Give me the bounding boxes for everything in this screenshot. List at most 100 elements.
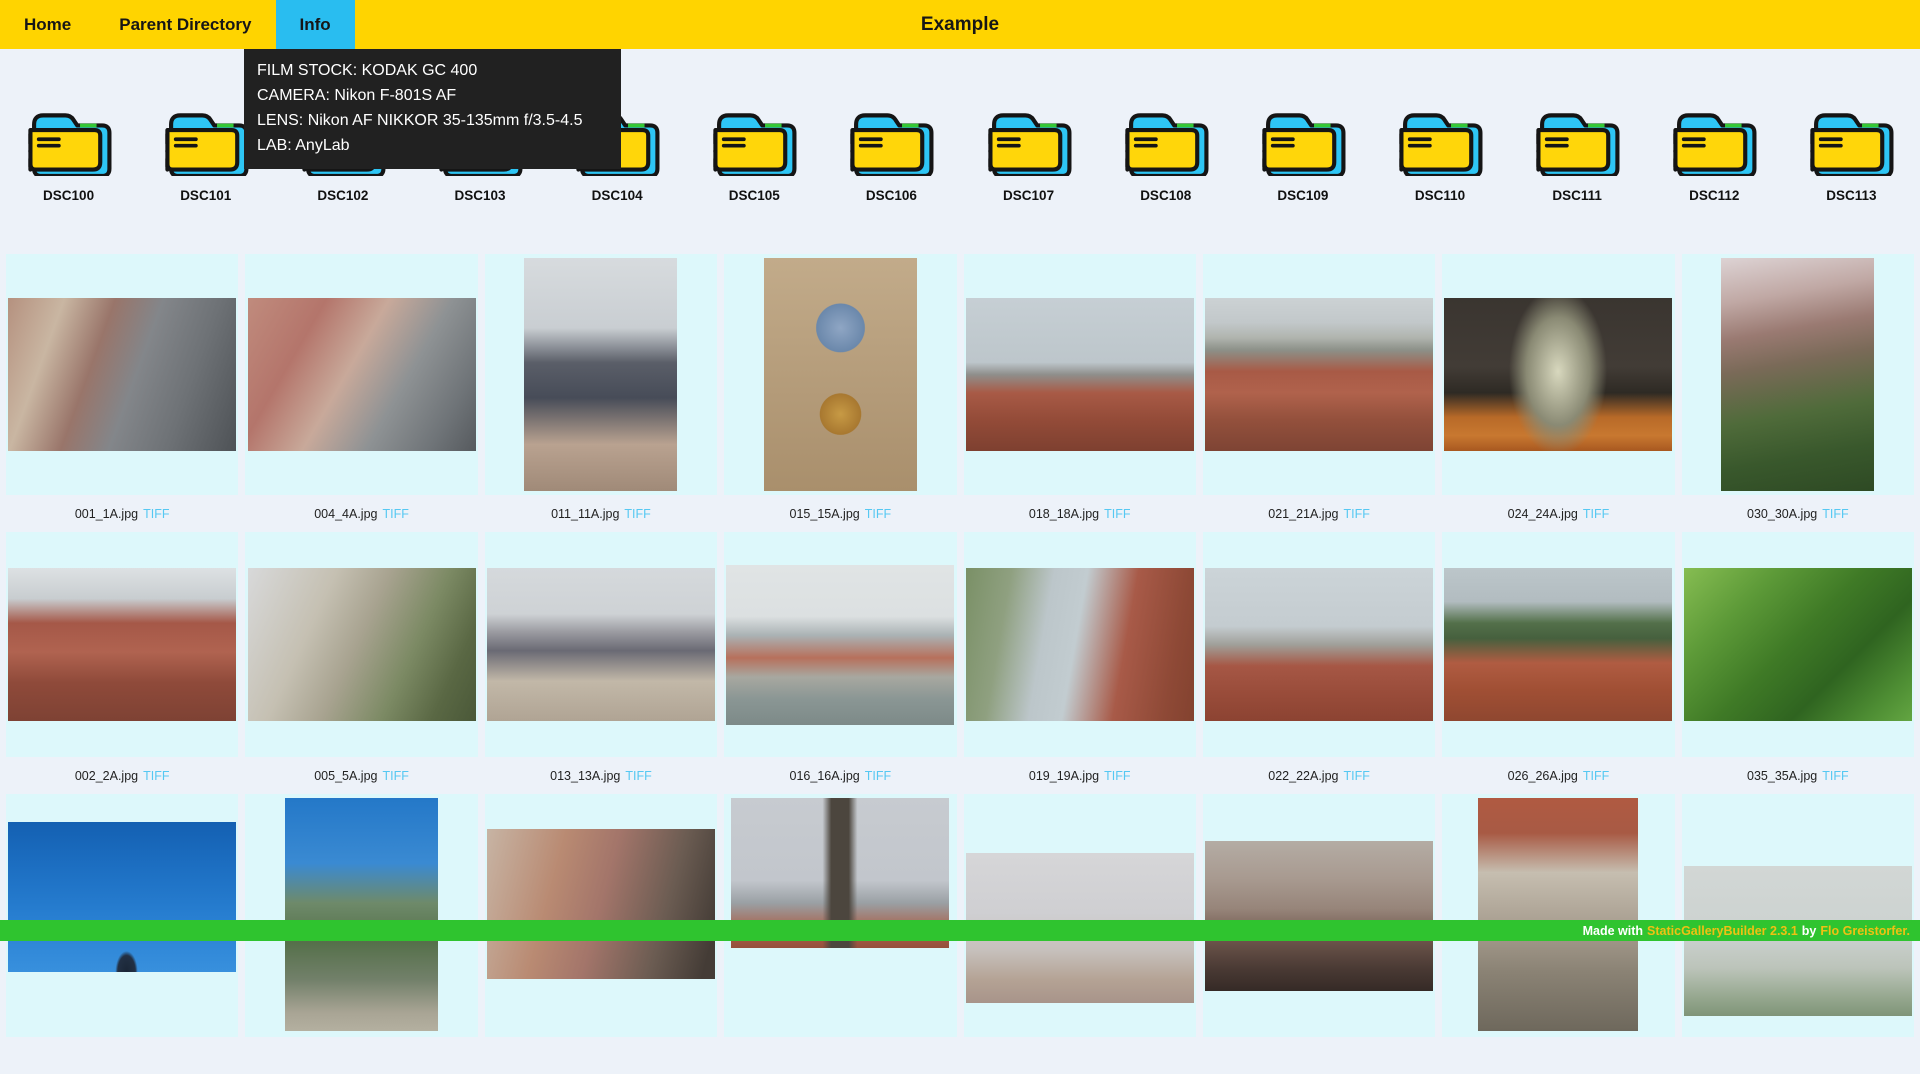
footer-bar: Made with StaticGalleryBuilder 2.3.1 by … [0,920,1920,941]
folder-item[interactable]: DSC109 [1234,97,1371,204]
folder-icon [1805,97,1897,176]
folder-item[interactable]: DSC100 [0,97,137,204]
folder-icon [1668,97,1760,176]
folder-label: DSC109 [1277,188,1328,204]
folder-item[interactable]: DSC111 [1509,97,1646,204]
folder-label: DSC100 [43,188,94,204]
photo-filename: 018_18A.jpg [1029,507,1099,521]
photo-filename: 016_16A.jpg [790,769,860,783]
photo-thumbnail[interactable] [8,298,236,451]
photo-box [485,794,717,1037]
photo-box [6,532,238,757]
photo-filename: 021_21A.jpg [1268,507,1338,521]
photo-thumbnail[interactable] [1721,258,1874,491]
tooltip-line-film-stock: FILM STOCK: KODAK GC 400 [257,58,608,83]
photo-thumbnail[interactable] [966,298,1194,451]
folder-label: DSC111 [1552,188,1602,204]
photo-box [1203,254,1435,495]
photo-filename: 024_24A.jpg [1508,507,1578,521]
tiff-link[interactable]: TIFF [1343,769,1369,783]
photo-thumbnail[interactable] [1684,568,1912,721]
photo-caption [1203,1037,1435,1074]
photo-thumbnail[interactable] [8,822,236,972]
photo-caption [1442,1037,1674,1074]
photo-thumbnail[interactable] [285,798,438,1031]
photo-caption [1682,1037,1914,1074]
tiff-link[interactable]: TIFF [1343,507,1369,521]
tiff-link[interactable]: TIFF [383,769,409,783]
photo-thumbnail[interactable] [726,565,954,725]
tiff-link[interactable]: TIFF [865,507,891,521]
folder-icon [708,97,800,176]
photo-filename: 011_11A.jpg [551,507,619,521]
photo-thumbnail[interactable] [1478,798,1638,1031]
tiff-link[interactable]: TIFF [1822,507,1848,521]
nav-item-home[interactable]: Home [0,0,95,49]
nav-item-info[interactable]: Info [276,0,355,49]
gallery-cell: 022_22A.jpg TIFF [1203,532,1435,794]
tooltip-line-camera: CAMERA: Nikon F-801S AF [257,83,608,108]
photo-box [485,254,717,495]
photo-filename: 015_15A.jpg [790,507,860,521]
folder-icon [23,97,115,176]
photo-caption: 013_13A.jpg TIFF [485,757,717,794]
photo-thumbnail[interactable] [1444,298,1672,451]
gallery-cell: 021_21A.jpg TIFF [1203,254,1435,532]
tiff-link[interactable]: TIFF [1822,769,1848,783]
photo-thumbnail[interactable] [1205,568,1433,721]
gallery-cell: 030_30A.jpg TIFF [1682,254,1914,532]
photo-thumbnail[interactable] [248,298,476,451]
tiff-link[interactable]: TIFF [143,769,169,783]
photo-box [964,254,1196,495]
photo-box [6,254,238,495]
folder-label: DSC105 [729,188,780,204]
gallery-cell: 004_4A.jpg TIFF [245,254,477,532]
photo-filename: 030_30A.jpg [1747,507,1817,521]
photo-box [1682,532,1914,757]
tiff-link[interactable]: TIFF [1104,507,1130,521]
folder-label: DSC113 [1826,188,1876,204]
tiff-link[interactable]: TIFF [624,507,650,521]
gallery-cell: 024_24A.jpg TIFF [1442,254,1674,532]
gallery-cell: 015_15A.jpg TIFF [724,254,956,532]
photo-thumbnail[interactable] [487,829,715,979]
photo-thumbnail[interactable] [487,568,715,721]
photo-filename: 002_2A.jpg [75,769,138,783]
photo-thumbnail[interactable] [248,568,476,721]
photo-box [1442,794,1674,1037]
photo-thumbnail[interactable] [8,568,236,721]
photo-box [1442,254,1674,495]
tiff-link[interactable]: TIFF [1104,769,1130,783]
folder-item[interactable]: DSC106 [823,97,960,204]
folder-item[interactable]: DSC107 [960,97,1097,204]
folder-item[interactable]: DSC113 [1783,97,1920,204]
photo-box [724,794,956,1037]
photo-box [724,254,956,495]
photo-thumbnail[interactable] [1444,568,1672,721]
photo-caption: 024_24A.jpg TIFF [1442,495,1674,532]
folder-item[interactable]: DSC108 [1097,97,1234,204]
photo-caption [245,1037,477,1074]
gallery-cell: 019_19A.jpg TIFF [964,532,1196,794]
photo-filename: 004_4A.jpg [314,507,377,521]
tiff-link[interactable]: TIFF [1583,769,1609,783]
tiff-link[interactable]: TIFF [865,769,891,783]
tiff-link[interactable]: TIFF [383,507,409,521]
photo-thumbnail[interactable] [524,258,677,491]
photo-caption: 011_11A.jpg TIFF [485,495,717,532]
photo-thumbnail[interactable] [1684,866,1912,1016]
folder-item[interactable]: DSC110 [1371,97,1508,204]
folder-item[interactable]: DSC112 [1646,97,1783,204]
photo-thumbnail[interactable] [1205,841,1433,991]
tiff-link[interactable]: TIFF [1583,507,1609,521]
folder-item[interactable]: DSC105 [686,97,823,204]
tiff-link[interactable]: TIFF [625,769,651,783]
nav-item-parent-directory[interactable]: Parent Directory [95,0,275,49]
photo-thumbnail[interactable] [966,568,1194,721]
footer-author-link[interactable]: Flo Greistorfer. [1820,924,1910,938]
photo-thumbnail[interactable] [1205,298,1433,451]
tiff-link[interactable]: TIFF [143,507,169,521]
photo-thumbnail[interactable] [764,258,917,491]
photo-box [1442,532,1674,757]
footer-builder-link[interactable]: StaticGalleryBuilder 2.3.1 [1647,924,1798,938]
